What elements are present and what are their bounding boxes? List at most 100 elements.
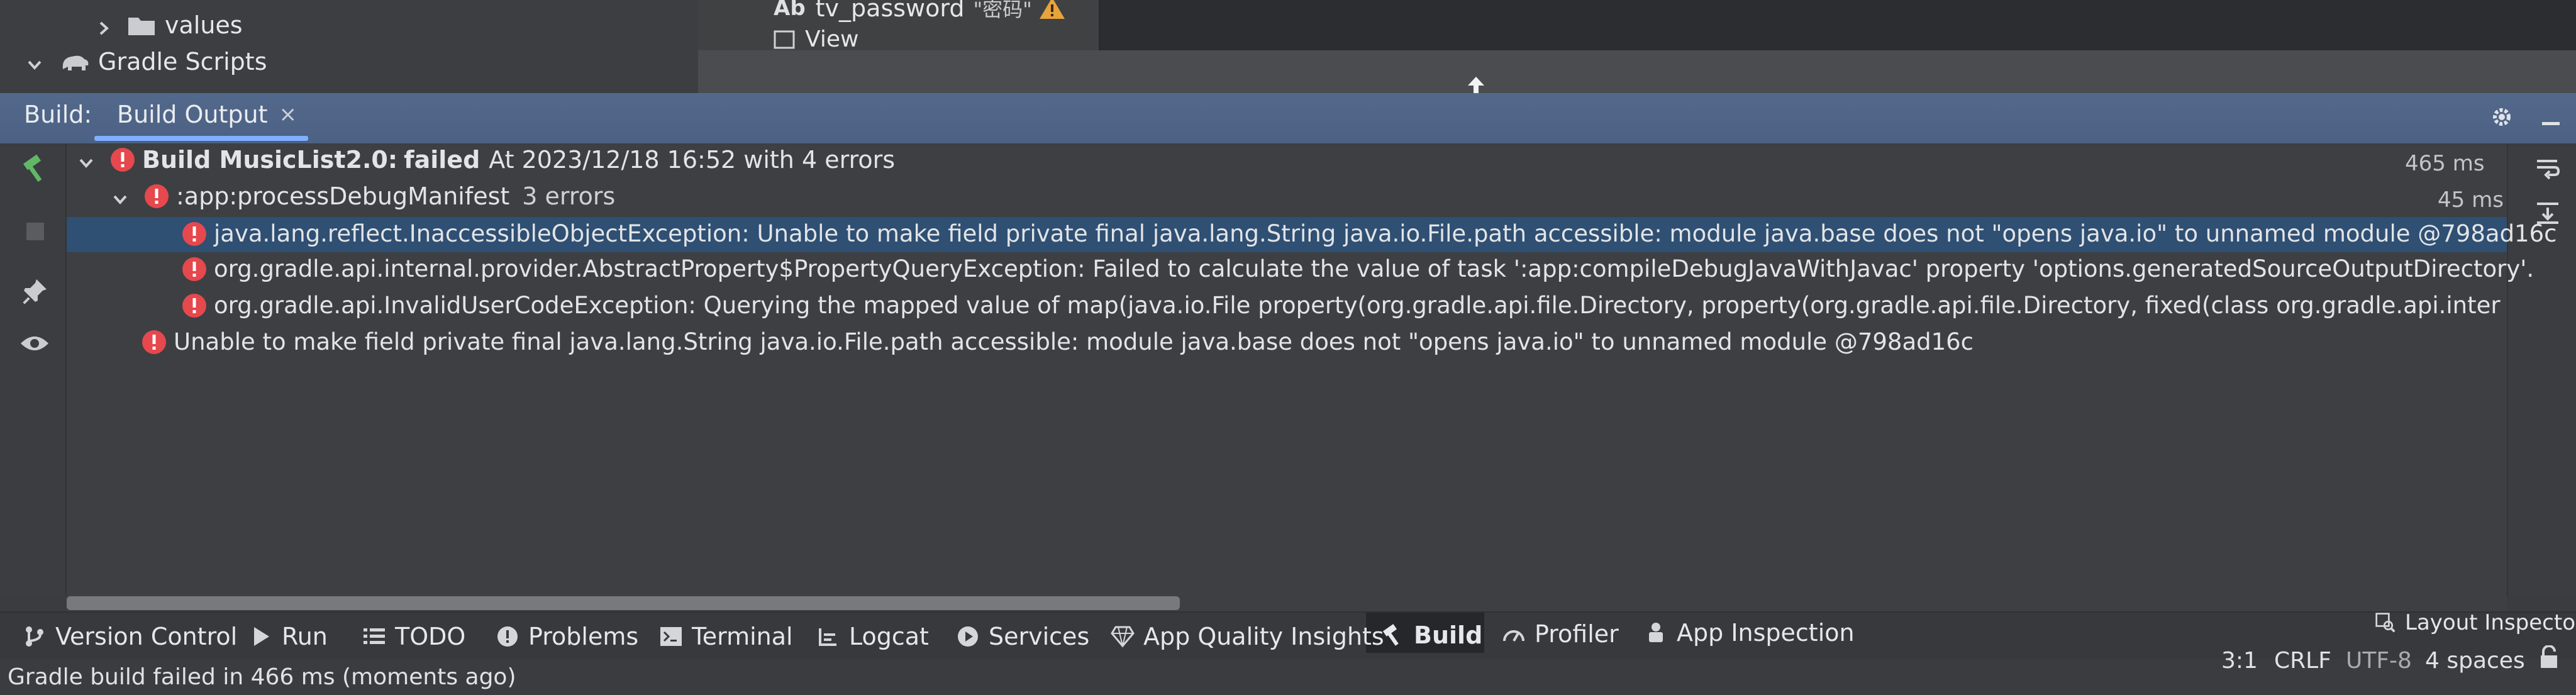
- component-label: View: [805, 26, 859, 52]
- warning-triangle-icon[interactable]: [1038, 0, 1066, 21]
- error-message: java.lang.reflect.InaccessibleObjectExce…: [214, 220, 2557, 247]
- tool-label: Problems: [528, 623, 639, 650]
- tool-label: Terminal: [692, 623, 793, 650]
- task-error-count: 3 errors: [522, 182, 616, 210]
- tab-label: Build Output: [117, 101, 268, 128]
- tree-row-error[interactable]: org.gradle.api.InvalidUserCodeException:…: [181, 292, 2502, 319]
- error-circle-icon: [182, 293, 206, 318]
- build-duration: 465 ms: [2405, 151, 2485, 176]
- error-circle-icon: [145, 184, 169, 208]
- logcat-icon: [819, 628, 836, 646]
- tab-build-output[interactable]: Build Output ×: [117, 101, 297, 128]
- pin-icon[interactable]: [20, 277, 49, 306]
- soft-wrap-icon[interactable]: [2534, 156, 2561, 182]
- tool-label: Layout Inspector: [2405, 610, 2576, 635]
- tool-label: App Quality Insights: [1143, 623, 1384, 650]
- component-id: tv_password: [815, 0, 965, 22]
- services-icon: [958, 626, 978, 647]
- tab-active-indicator: [94, 136, 308, 141]
- file-encoding[interactable]: UTF-8: [2346, 648, 2412, 674]
- panel-splitter-area[interactable]: [698, 50, 2576, 93]
- tool-build[interactable]: Build: [1381, 621, 1482, 649]
- build-output-tree: [67, 143, 2507, 596]
- build-left-toolbar: [0, 143, 67, 596]
- lock-open-icon[interactable]: [2538, 645, 2560, 669]
- minimize-icon[interactable]: [2538, 104, 2563, 130]
- chevron-right-icon[interactable]: [94, 16, 113, 35]
- layout-inspector-icon: [2375, 613, 2396, 633]
- eye-icon[interactable]: [19, 332, 50, 355]
- indent-setting[interactable]: 4 spaces: [2425, 648, 2525, 674]
- status-message[interactable]: Gradle build failed in 466 ms (moments a…: [8, 664, 516, 690]
- play-icon: [254, 627, 269, 646]
- tree-row-error[interactable]: java.lang.reflect.InaccessibleObjectExce…: [181, 220, 2557, 247]
- tree-row-build-root[interactable]: Build MusicList2.0: failed At 2023/12/18…: [77, 146, 895, 174]
- textview-icon: Ab: [774, 0, 806, 21]
- error-message: Unable to make field private final java.…: [174, 328, 1974, 355]
- tool-label: Build: [1414, 621, 1483, 649]
- elephant-icon: [62, 55, 89, 70]
- tool-label: App Inspection: [1677, 619, 1855, 647]
- chevron-down-icon[interactable]: [111, 187, 130, 206]
- build-name: Build MusicList2.0:: [142, 146, 398, 174]
- tool-terminal[interactable]: Terminal: [659, 623, 793, 650]
- horizontal-scrollbar-thumb[interactable]: [67, 596, 1180, 610]
- error-message: org.gradle.api.internal.provider.Abstrac…: [214, 255, 2534, 282]
- view-icon: [774, 30, 795, 48]
- tree-row-error[interactable]: org.gradle.api.internal.provider.Abstrac…: [181, 255, 2534, 282]
- build-window-label: Build:: [24, 101, 92, 128]
- hammer-icon: [1382, 624, 1399, 646]
- tool-services[interactable]: Services: [956, 623, 1089, 650]
- chevron-down-icon[interactable]: [25, 52, 44, 71]
- folder-icon: [128, 18, 155, 35]
- terminal-icon: [660, 627, 682, 646]
- list-icon: [364, 628, 385, 644]
- inspection-icon: [1649, 623, 1663, 642]
- tree-item-label: values: [165, 11, 243, 39]
- tool-layout-inspector[interactable]: Layout Inspector: [2375, 610, 2576, 635]
- tool-app-quality-insights[interactable]: App Quality Insights: [1111, 623, 1384, 650]
- error-circle-icon: [111, 148, 135, 172]
- tool-label: Version Control: [55, 623, 238, 650]
- task-name: :app:processDebugManifest: [176, 182, 510, 210]
- gear-icon[interactable]: [2489, 104, 2514, 130]
- tool-label: TODO: [395, 623, 466, 650]
- tool-profiler[interactable]: Profiler: [1502, 620, 1619, 648]
- tree-item-label: Gradle Scripts: [98, 48, 267, 75]
- tool-label: Run: [282, 623, 328, 650]
- tool-problems[interactable]: Problems: [496, 623, 638, 650]
- stop-icon[interactable]: [24, 220, 47, 243]
- chevron-down-icon[interactable]: [77, 150, 96, 169]
- tree-row-task[interactable]: :app:processDebugManifest 3 errors: [111, 182, 615, 210]
- tool-version-control[interactable]: Version Control: [23, 623, 237, 650]
- gauge-icon: [1503, 630, 1524, 642]
- tool-logcat[interactable]: Logcat: [816, 623, 929, 650]
- error-message: org.gradle.api.InvalidUserCodeException:…: [214, 292, 2502, 319]
- branch-icon: [26, 626, 43, 647]
- tool-app-inspection[interactable]: App Inspection: [1644, 619, 1855, 647]
- component-view[interactable]: View: [774, 26, 858, 52]
- error-circle-icon: [182, 257, 206, 281]
- component-tv-password[interactable]: Ab tv_password "密码": [774, 0, 1066, 23]
- error-circle-icon: [182, 221, 206, 246]
- tool-todo[interactable]: TODO: [362, 623, 465, 650]
- tool-label: Profiler: [1535, 620, 1619, 648]
- diamond-icon: [1111, 626, 1135, 648]
- tool-label: Logcat: [849, 623, 929, 650]
- tool-label: Services: [989, 623, 1090, 650]
- caret-position[interactable]: 3:1: [2221, 648, 2258, 674]
- hammer-icon[interactable]: [20, 153, 52, 185]
- tool-run[interactable]: Run: [249, 623, 328, 650]
- line-separator[interactable]: CRLF: [2274, 648, 2331, 674]
- problems-icon: [497, 626, 518, 647]
- component-text: "密码": [973, 0, 1032, 21]
- tree-item-gradle-scripts[interactable]: Gradle Scripts: [25, 48, 267, 75]
- build-status: failed: [404, 146, 480, 174]
- tree-item-values[interactable]: values: [94, 11, 243, 39]
- error-circle-icon: [142, 330, 166, 354]
- build-detail: At 2023/12/18 16:52 with 4 errors: [489, 146, 896, 174]
- tab-close-icon[interactable]: ×: [279, 102, 297, 127]
- task-duration: 45 ms: [2438, 187, 2504, 213]
- tree-row-error[interactable]: Unable to make field private final java.…: [141, 328, 1974, 355]
- build-tool-window-header: [0, 93, 2576, 143]
